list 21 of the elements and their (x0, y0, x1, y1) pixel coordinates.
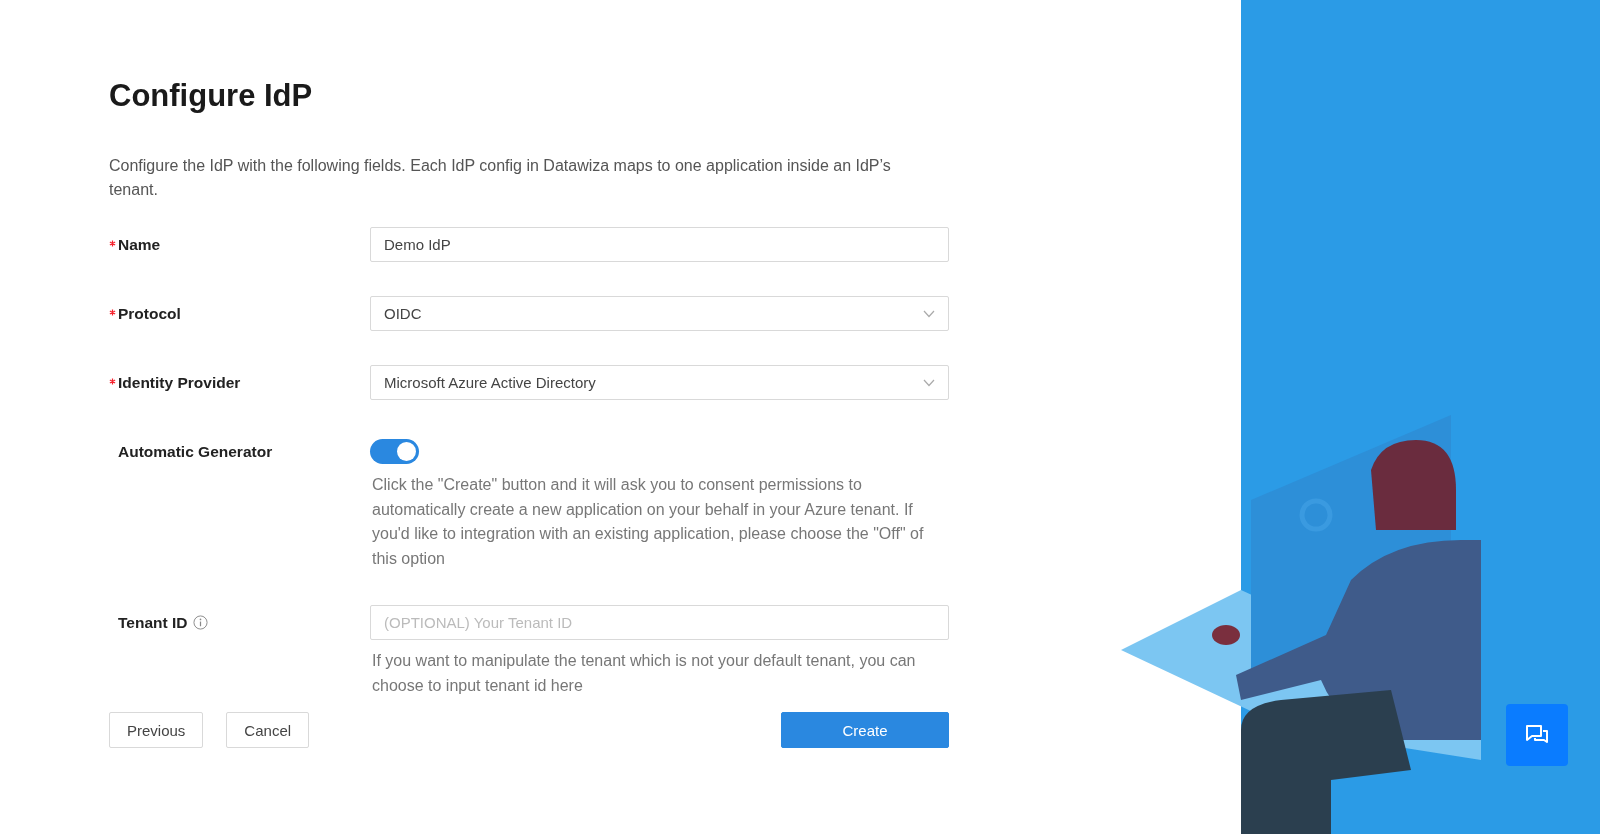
help-text: Click the "Create" button and it will ask you to consent permissions to automatically create a new application on your behalf in your Azure tenant. If you'd like to integration with an existing application, please choose the "Off" of this option (372, 475, 925, 569)
field-label: Protocol (118, 304, 181, 323)
field-label: Automatic Generator (118, 442, 273, 461)
info-icon[interactable] (193, 615, 209, 630)
secondary-button[interactable]: Cancel (226, 712, 310, 748)
secondary-button[interactable]: Previous (109, 712, 204, 748)
text-input-field[interactable]: Demo IdP (370, 227, 949, 262)
help-text: If you want to manipulate the tenant which is not your default tenant, you can choose to input tenant id here (372, 651, 917, 696)
page-title: Configure IdP (109, 77, 314, 115)
field-label: Tenant ID (118, 613, 188, 632)
field-label: Identity Provider (118, 373, 241, 392)
create-button[interactable]: Create (781, 712, 949, 748)
select-field[interactable]: Microsoft Azure Active Directory (370, 365, 949, 400)
chevron-down-icon (923, 309, 935, 318)
field-label: Name (118, 235, 161, 254)
page-description: Configure the IdP with the following fields. Each IdP config in Datawiza maps to one application inside an IdP’s tenant. (109, 156, 892, 200)
chevron-down-icon (923, 378, 935, 387)
chat-button[interactable] (1506, 704, 1568, 766)
toggle-switch[interactable] (370, 439, 419, 464)
select-field[interactable]: OIDC (370, 296, 949, 331)
text-input-field[interactable]: (OPTIONAL) Your Tenant ID (370, 605, 949, 640)
